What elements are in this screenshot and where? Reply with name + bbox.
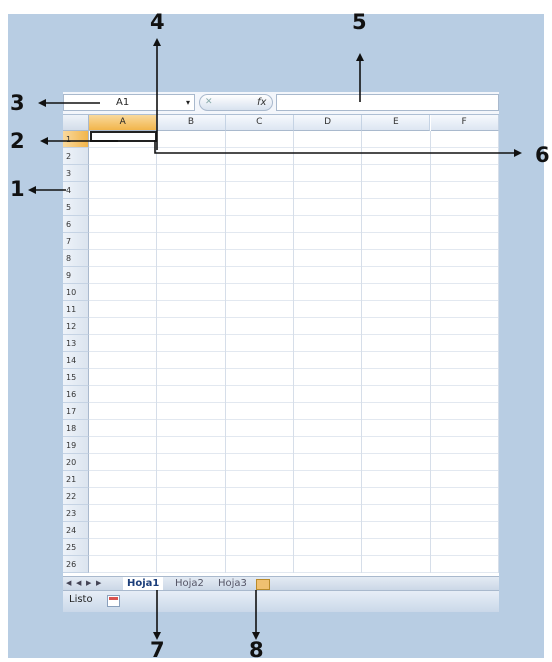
callout-label-3: 3 xyxy=(10,91,25,115)
callout-label-6: 6 xyxy=(535,143,550,167)
callout-label-7: 7 xyxy=(150,638,165,662)
arrow-6 xyxy=(154,140,522,157)
callout-arrows xyxy=(28,38,522,640)
callout-label-2: 2 xyxy=(10,129,25,153)
callout-label-4: 4 xyxy=(150,10,165,34)
callout-label-5: 5 xyxy=(352,10,367,34)
callout-label-8: 8 xyxy=(249,638,264,662)
callout-label-1: 1 xyxy=(10,177,25,201)
